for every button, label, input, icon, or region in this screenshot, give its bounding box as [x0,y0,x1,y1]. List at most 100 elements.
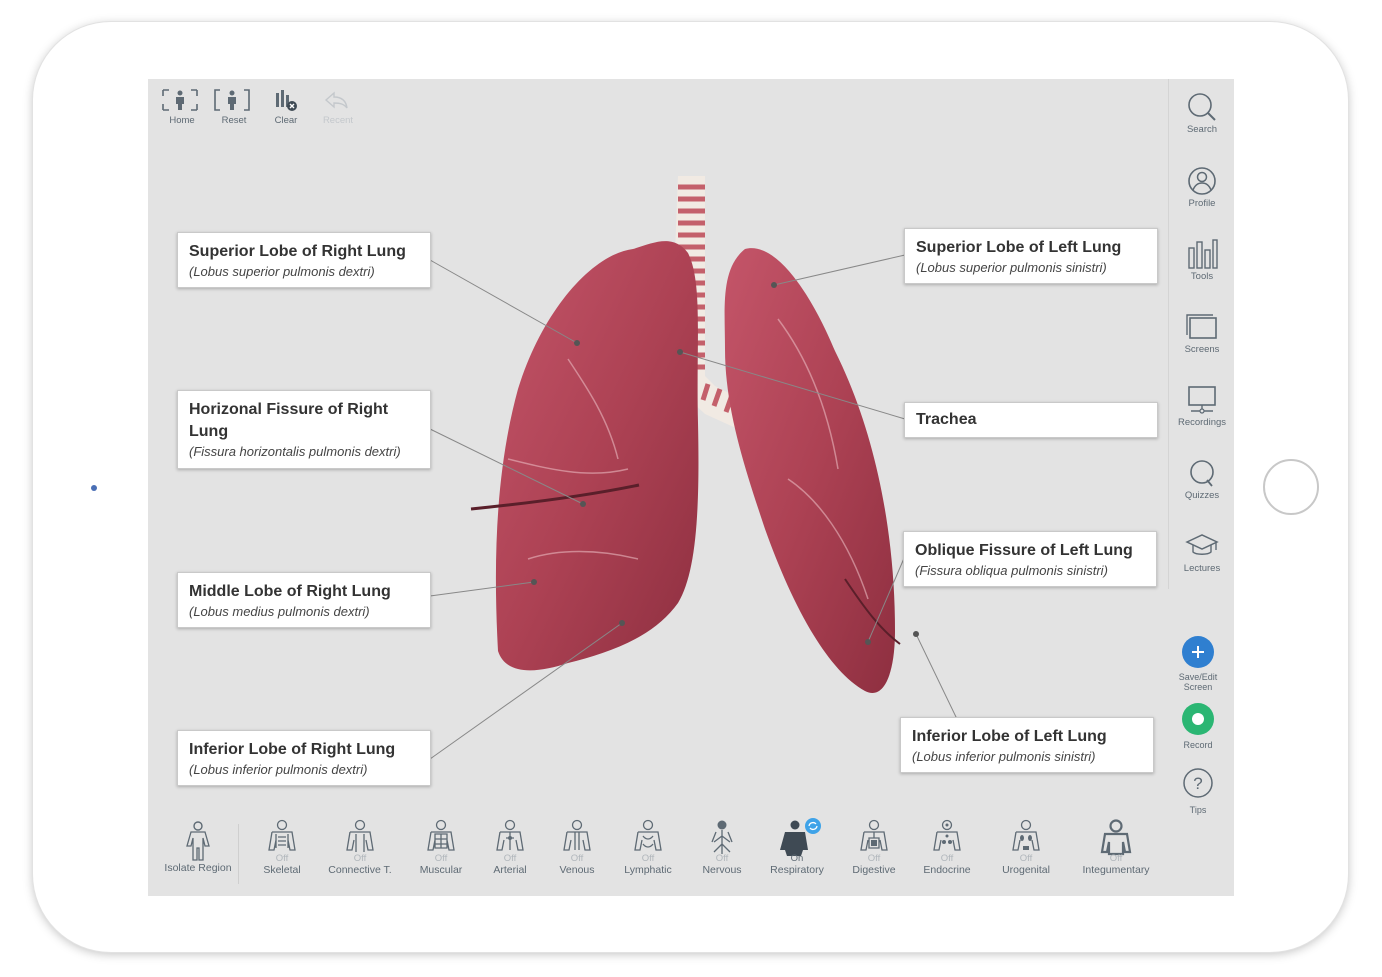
record-icon [1192,713,1204,725]
recordings-button[interactable]: Recordings [1169,384,1234,428]
label-inferior-lobe-right[interactable]: Inferior Lobe of Right Lung (Lobus infer… [177,730,431,786]
respiratory-active-icon [780,818,821,856]
search-icon [1188,93,1216,121]
profile-icon [1188,167,1216,195]
urogenital-label: Urogenital [1002,864,1050,876]
nervous-state: Off [715,853,729,864]
profile-button[interactable]: Profile [1169,165,1234,209]
lymph-icon [634,819,662,851]
recordings-label: Recordings [1177,417,1227,428]
muscular-state: Off [434,853,448,864]
record-label: Record [1183,740,1213,750]
save-edit-label: Save/Edit Screen [1178,672,1218,692]
help-icon: ? [1183,768,1213,798]
lymphatic-state: Off [641,853,655,864]
tools-icon [1188,239,1218,269]
skeletal-label: Skeletal [263,864,301,876]
label-name: Oblique Fissure of Left Lung [915,542,1133,559]
label-inferior-lobe-left[interactable]: Inferior Lobe of Left Lung (Lobus inferi… [900,717,1154,773]
label-name: Superior Lobe of Left Lung [916,239,1122,256]
bar-divider [238,824,239,884]
tools-button[interactable]: Tools [1169,238,1234,282]
urogenital-icon [1012,819,1040,851]
venous-button[interactable]: Off Venous [549,818,605,877]
label-name: Inferior Lobe of Right Lung [189,741,396,758]
endocrine-state: Off [940,853,954,864]
connective-tissue-button[interactable]: Off Connective T. [324,818,396,877]
connective-tissue-icon [346,819,374,852]
label-latin: (Fissura obliqua pulmonis sinistri) [915,563,1108,578]
search-button[interactable]: Search [1169,91,1234,135]
integumentary-label: Integumentary [1082,864,1150,876]
screens-icon [1186,314,1217,339]
digestive-icon [860,819,888,851]
label-latin: (Lobus inferior pulmonis sinistri) [912,749,1096,764]
screens-button[interactable]: Screens [1169,311,1234,355]
label-name: Superior Lobe of Right Lung [189,243,406,260]
connective-state: Off [353,853,367,864]
urogenital-button[interactable]: Off Urogenital [993,818,1059,877]
lectures-label: Lectures [1183,563,1221,574]
urogenital-state: Off [1019,853,1033,864]
digestive-label: Digestive [852,864,896,876]
nerve-icon [711,820,733,854]
graduation-cap-icon [1185,534,1219,555]
search-label: Search [1186,124,1218,135]
connective-label: Connective T. [328,864,392,876]
arterial-state: Off [503,853,517,864]
muscle-icon [427,819,455,851]
systems-bar: Isolate Region Off Skeletal Off Connecti… [148,814,1234,896]
screens-label: Screens [1184,344,1220,355]
label-latin: (Lobus superior pulmonis dextri) [189,264,375,279]
skeleton-icon [268,819,296,851]
label-trachea[interactable]: Trachea [904,402,1158,438]
muscular-button[interactable]: Off Muscular [411,818,471,877]
home-hardware-button[interactable] [1263,459,1319,515]
lymphatic-button[interactable]: Off Lymphatic [617,818,679,877]
label-horizontal-fissure-right[interactable]: Horizonal Fissure of Right Lung (Fissura… [177,390,431,469]
label-superior-lobe-right[interactable]: Superior Lobe of Right Lung (Lobus super… [177,232,431,288]
quiz-icon [1190,460,1214,487]
respiratory-button[interactable]: On Respiratory [764,818,830,877]
label-middle-lobe-right[interactable]: Middle Lobe of Right Lung (Lobus medius … [177,572,431,628]
svg-text:?: ? [1193,774,1202,793]
label-name: Horizonal Fissure of Right Lung [189,401,389,440]
integumentary-button[interactable]: Off Integumentary [1076,818,1156,877]
front-camera [91,485,97,491]
nervous-button[interactable]: Off Nervous [693,818,751,877]
label-name: Inferior Lobe of Left Lung [912,728,1107,745]
venous-state: Off [570,853,584,864]
app-screen: Home Reset Clear Recent Search Profile T… [148,79,1234,896]
skin-icon [1100,819,1132,856]
tips-button[interactable]: ? [1182,767,1214,799]
label-oblique-fissure-left[interactable]: Oblique Fissure of Left Lung (Fissura ob… [903,531,1157,587]
isolate-region-button[interactable]: Isolate Region [158,818,238,875]
save-edit-screen-button[interactable] [1182,636,1214,668]
arterial-button[interactable]: Off Arterial [481,818,539,877]
lectures-button[interactable]: Lectures [1169,530,1234,574]
label-latin: (Lobus superior pulmonis sinistri) [916,260,1107,275]
record-button[interactable] [1182,703,1214,735]
label-superior-lobe-left[interactable]: Superior Lobe of Left Lung (Lobus superi… [904,228,1158,284]
tools-label: Tools [1190,271,1214,282]
arterial-label: Arterial [493,864,527,876]
muscular-label: Muscular [419,864,463,876]
isolate-label: Isolate Region [164,862,232,874]
right-sidebar: Search Profile Tools Screens Recordings … [1168,79,1234,589]
skeletal-state: Off [275,853,289,864]
vein-icon [563,819,591,851]
label-name: Trachea [916,411,977,428]
endocrine-label: Endocrine [923,864,971,876]
endocrine-button[interactable]: Off Endocrine [917,818,977,877]
respiratory-state: On [790,853,804,864]
venous-label: Venous [559,864,595,876]
artery-icon [496,819,524,851]
label-latin: (Lobus inferior pulmonis dextri) [189,762,368,777]
endocrine-icon [933,819,961,851]
plus-icon [1192,646,1204,658]
quizzes-button[interactable]: Quizzes [1169,457,1234,501]
integumentary-state: Off [1109,853,1123,864]
skeletal-button[interactable]: Off Skeletal [252,818,312,877]
digestive-button[interactable]: Off Digestive [844,818,904,877]
digestive-state: Off [867,853,881,864]
